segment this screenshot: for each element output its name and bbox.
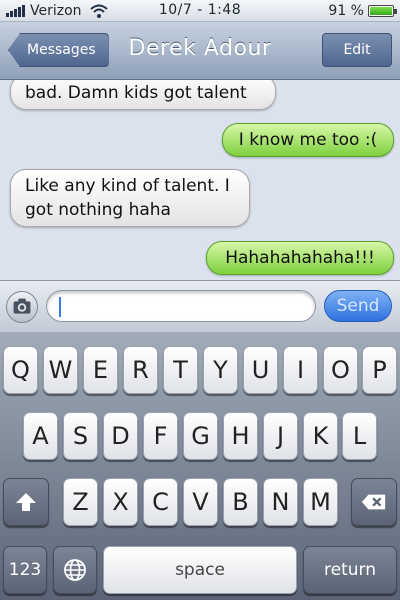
key-s[interactable]: S (63, 412, 98, 460)
key-j[interactable]: J (263, 412, 298, 460)
key-q[interactable]: Q (3, 346, 38, 394)
battery-icon (368, 5, 397, 17)
key-z[interactable]: Z (63, 478, 98, 526)
camera-icon (13, 298, 31, 314)
key-a[interactable]: A (23, 412, 58, 460)
key-o[interactable]: O (323, 346, 358, 394)
key-i[interactable]: I (283, 346, 318, 394)
key-f[interactable]: F (143, 412, 178, 460)
globe-key[interactable] (53, 546, 97, 594)
key-k[interactable]: K (303, 412, 338, 460)
message-thread[interactable]: bad. Damn kids got talent I know me too … (0, 80, 400, 280)
message-bubble: I know me too :( (222, 123, 394, 157)
camera-button[interactable] (6, 291, 38, 323)
message-bubble: Hahahahahaha!!! (206, 241, 394, 275)
battery-percent: 91 % (328, 3, 364, 19)
delete-icon (361, 494, 386, 510)
key-d[interactable]: D (103, 412, 138, 460)
key-h[interactable]: H (223, 412, 258, 460)
shift-icon (16, 493, 36, 511)
keyboard: Q W E R T Y U I O P A S D F G H J K L Z … (0, 332, 400, 600)
message-input[interactable] (46, 290, 316, 322)
key-c[interactable]: C (143, 478, 178, 526)
text-caret (59, 297, 61, 317)
composer-bar: Send (0, 280, 400, 332)
status-right: 91 % (328, 3, 397, 19)
message-bubble: Like any kind of talent. I got nothing h… (10, 169, 250, 227)
globe-icon (64, 559, 86, 581)
key-r[interactable]: R (123, 346, 158, 394)
key-n[interactable]: N (263, 478, 298, 526)
nav-bar: Messages Derek Adour Edit (0, 22, 400, 80)
key-y[interactable]: Y (203, 346, 238, 394)
key-w[interactable]: W (43, 346, 78, 394)
send-button[interactable]: Send (324, 290, 392, 322)
key-m[interactable]: M (303, 478, 338, 526)
key-u[interactable]: U (243, 346, 278, 394)
return-key[interactable]: return (303, 546, 397, 594)
delete-key[interactable] (351, 478, 397, 526)
key-x[interactable]: X (103, 478, 138, 526)
key-l[interactable]: L (342, 412, 377, 460)
key-g[interactable]: G (183, 412, 218, 460)
key-e[interactable]: E (83, 346, 118, 394)
message-bubble: bad. Damn kids got talent (10, 80, 276, 110)
key-v[interactable]: V (183, 478, 218, 526)
edit-button[interactable]: Edit (322, 33, 392, 67)
numbers-key[interactable]: 123 (3, 546, 47, 594)
key-b[interactable]: B (223, 478, 258, 526)
key-p[interactable]: P (362, 346, 397, 394)
space-key[interactable]: space (103, 546, 297, 594)
shift-key[interactable] (3, 478, 49, 526)
key-t[interactable]: T (163, 346, 198, 394)
status-bar: Verizon 10/7 - 1:48 91 % (0, 0, 400, 22)
